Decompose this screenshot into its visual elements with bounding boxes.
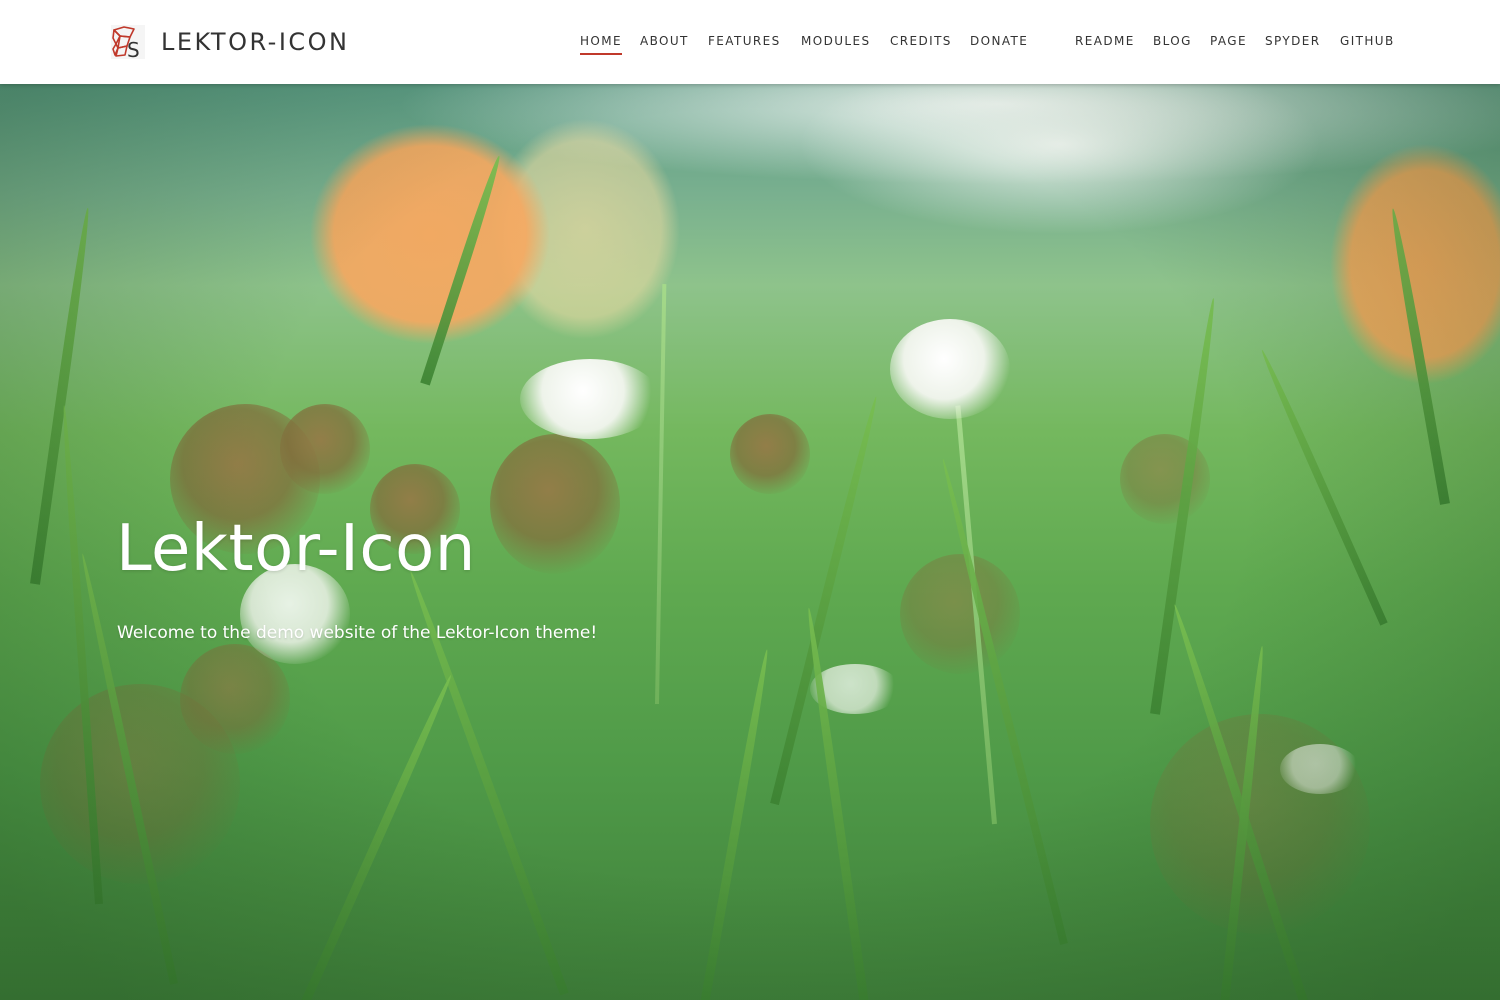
nav-item-page[interactable]: PAGE [1210,33,1247,49]
hero-subtitle: Welcome to the demo website of the Lekto… [117,623,598,643]
nav-item-github[interactable]: GITHUB [1340,33,1395,49]
hero-title: Lektor-Icon [116,512,476,586]
lektor-icon-logo-icon: S [111,25,145,60]
nav-item-donate[interactable]: DONATE [970,33,1028,49]
nav-item-blog[interactable]: BLOG [1153,33,1192,49]
nav-item-home[interactable]: HOME [580,33,623,55]
hero-banner: Lektor-Icon Welcome to the demo website … [0,84,1500,1000]
nav-item-modules[interactable]: MODULES [801,33,871,49]
svg-text:S: S [127,38,140,60]
brand-name: LEKTOR-ICON [161,28,350,56]
top-navbar: S LEKTOR-ICON HOME ABOUT FEATURES MODULE… [0,0,1500,84]
nav-item-credits[interactable]: CREDITS [890,33,952,49]
brand-link[interactable]: S LEKTOR-ICON [110,24,350,60]
nav-item-spyder[interactable]: SPYDER [1265,33,1320,49]
nav-item-readme[interactable]: README [1075,33,1135,49]
nav-item-features[interactable]: FEATURES [708,33,781,49]
nav-item-about[interactable]: ABOUT [640,33,689,49]
